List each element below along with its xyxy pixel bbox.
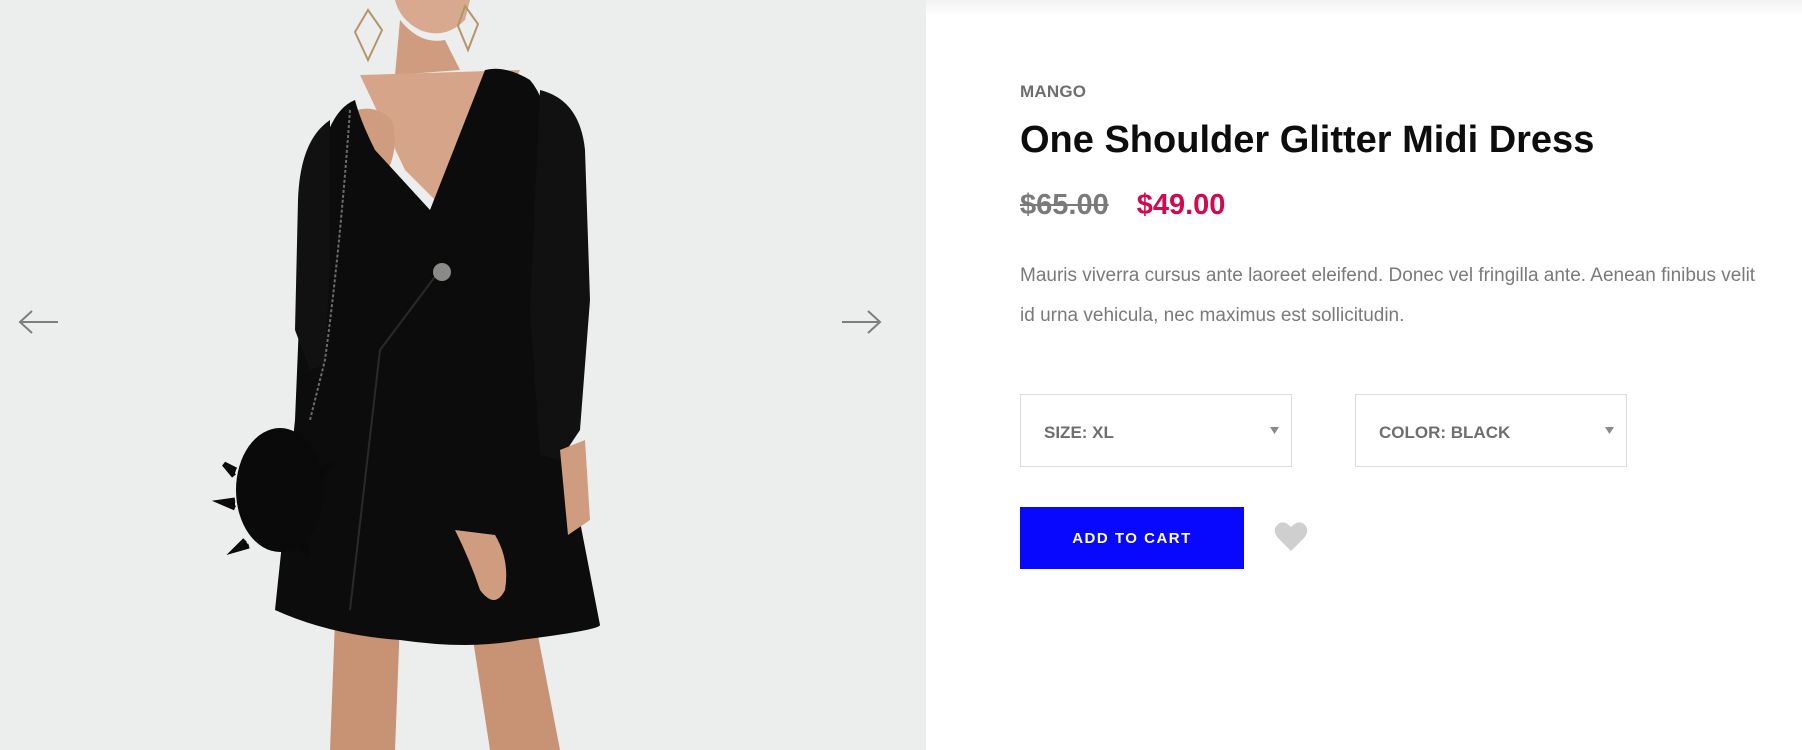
size-select[interactable]: SIZE: XL <box>1020 394 1292 467</box>
product-brand: MANGO <box>1020 82 1087 101</box>
product-title: One Shoulder Glitter Midi Dress <box>1020 119 1595 161</box>
size-select-label: SIZE: XL <box>1044 423 1114 442</box>
product-photo <box>0 0 926 750</box>
color-select[interactable]: COLOR: BLACK <box>1355 394 1627 467</box>
price-row: $65.00 $49.00 <box>1020 189 1225 222</box>
product-page: MANGO One Shoulder Glitter Midi Dress $6… <box>0 0 1802 750</box>
caret-down-icon <box>1605 427 1614 434</box>
caret-down-icon <box>1270 427 1279 434</box>
add-to-cart-button[interactable]: ADD TO CART <box>1020 507 1244 569</box>
sale-price: $49.00 <box>1136 189 1226 221</box>
prev-image-arrow-icon[interactable] <box>16 307 60 337</box>
product-description: Mauris viverra cursus ante laoreet eleif… <box>1020 265 1756 326</box>
product-gallery <box>0 0 926 750</box>
color-select-label: COLOR: BLACK <box>1379 423 1511 442</box>
heart-icon[interactable] <box>1274 521 1308 553</box>
next-image-arrow-icon[interactable] <box>840 307 884 337</box>
original-price: $65.00 <box>1020 189 1109 221</box>
product-details: MANGO One Shoulder Glitter Midi Dress $6… <box>926 0 1802 750</box>
